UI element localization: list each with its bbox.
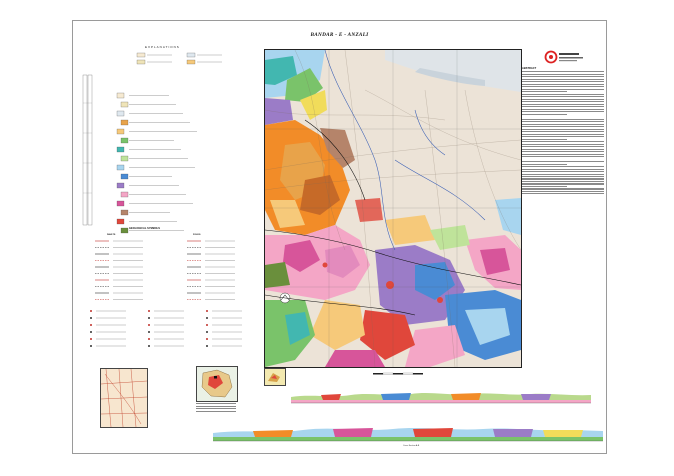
abstract-text-line — [522, 118, 604, 120]
legend-swatch-ng — [116, 128, 125, 135]
survey-logo — [544, 50, 583, 64]
cross-section-upper — [291, 393, 591, 404]
abstract-text-line — [522, 155, 604, 158]
abstract-text-line — [522, 185, 568, 188]
map-sheet: BANDAR - E - ANZALI EXPLANATIONS GEOLOGI… — [72, 20, 607, 454]
abstract-text-line — [522, 113, 568, 115]
abstract-text-line — [522, 180, 604, 183]
location-index-small — [264, 368, 286, 386]
abstract-text-line — [522, 168, 604, 170]
abstract-text-line — [522, 78, 604, 80]
abstract-text-line — [522, 83, 604, 85]
cross-section-label: Cross Section A-B — [403, 445, 420, 447]
abstract-text-line — [522, 190, 604, 192]
legend-swatch-tr — [116, 182, 125, 189]
abstract-text-line — [522, 141, 604, 143]
map-canvas[interactable] — [265, 50, 521, 367]
abstract-text-line — [522, 153, 604, 155]
legend-swatch-gr — [116, 218, 125, 225]
abstract-text-line — [522, 111, 604, 113]
index-map-inset — [100, 368, 148, 428]
abstract-text-line — [522, 101, 604, 103]
scale-bar — [373, 372, 423, 375]
abstract-text-line — [522, 98, 604, 100]
legend-swatch-k — [120, 155, 129, 162]
abstract-text-line — [522, 163, 568, 165]
abstract-text-line — [522, 81, 604, 83]
abstract-text-line — [522, 178, 604, 180]
abstract-text-line — [522, 193, 604, 195]
legend-swatch-eb — [116, 146, 125, 153]
legend-swatch-p — [120, 191, 129, 198]
abstract-text-line — [522, 133, 604, 135]
abstract-text-line — [522, 126, 604, 128]
cross-section-lower — [213, 428, 603, 442]
abstract-text-line — [522, 143, 604, 145]
geological-map[interactable] — [264, 49, 522, 368]
abstract-text-line — [522, 123, 604, 125]
abstract-text-line — [522, 151, 604, 153]
abstract-text-line — [522, 108, 604, 110]
legend-swatch-qm — [116, 110, 125, 117]
abstract-text-line — [522, 146, 604, 148]
legend-swatch-db — [120, 227, 129, 234]
legend-swatch-d — [120, 209, 129, 216]
abstract-text-line — [522, 183, 604, 185]
abstract-text-line — [522, 128, 604, 130]
abstract-heading: ABSTRACT — [522, 67, 537, 70]
abstract-text-line — [522, 171, 604, 173]
abstract-text-line — [522, 161, 604, 163]
legend-swatch-c — [116, 200, 125, 207]
abstract-text-line — [522, 138, 568, 140]
abstract-text-line — [522, 106, 604, 108]
abstract-text-line — [522, 188, 604, 190]
legend-swatch-plc — [120, 119, 129, 126]
abstract-text-line — [522, 173, 604, 175]
folds-heading: FOLDS — [193, 234, 201, 236]
abstract-text-line — [522, 166, 604, 168]
legend-swatch-ev — [120, 137, 129, 144]
faults-heading: FAULTS — [107, 234, 116, 236]
abstract-text-line — [522, 136, 604, 138]
legend-swatch-kl — [116, 164, 125, 171]
abstract-text-line — [522, 148, 604, 150]
abstract-text-line — [522, 76, 604, 78]
geological-symbols-heading: GEOLOGICAL SYMBOLS — [129, 227, 160, 230]
abstract-text-line — [522, 103, 604, 105]
legend-panel — [82, 52, 222, 234]
inset-caption — [196, 402, 236, 412]
legend-top-swatch — [136, 52, 146, 58]
legend-top-swatch — [136, 59, 146, 65]
legend-swatch-qal — [116, 92, 125, 99]
abstract-block: ABSTRACT — [522, 67, 604, 195]
abstract-text-line — [522, 131, 604, 133]
legend-top-swatch — [186, 52, 196, 58]
abstract-text-line — [522, 71, 604, 73]
legend-top-swatch — [186, 59, 196, 65]
abstract-text-line — [522, 93, 604, 95]
abstract-text-line — [522, 73, 604, 75]
legend-swatch-j — [120, 173, 129, 180]
iran-location-inset — [196, 366, 238, 402]
abstract-text-line — [522, 96, 604, 98]
abstract-text-line — [522, 91, 568, 93]
symbols-panel — [90, 240, 242, 347]
abstract-text-line — [522, 86, 604, 88]
legend-swatch-qt — [120, 101, 129, 108]
abstract-text-line — [522, 175, 604, 178]
abstract-text-line — [522, 121, 604, 123]
page-title: BANDAR - E - ANZALI — [310, 32, 369, 38]
abstract-text-line — [522, 88, 604, 90]
